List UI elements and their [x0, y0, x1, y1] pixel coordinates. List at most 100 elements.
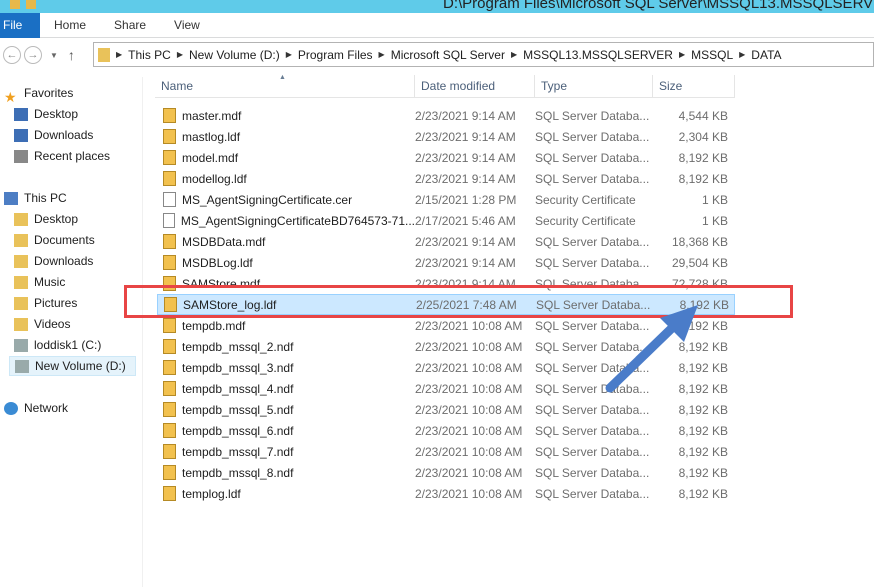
- breadcrumb-separator-icon[interactable]: ▶: [286, 50, 292, 59]
- file-row[interactable]: MSDBData.mdf 2/23/2021 9:14 AM SQL Serve…: [157, 231, 735, 252]
- forward-button[interactable]: →: [24, 46, 42, 64]
- breadcrumb-item[interactable]: MSSQL13.MSSQLSERVER: [523, 48, 673, 62]
- file-name: tempdb_mssql_3.ndf: [182, 360, 294, 375]
- file-type: SQL Server Databa...: [535, 423, 650, 438]
- file-date: 2/23/2021 9:14 AM: [415, 129, 516, 144]
- nav-label: This PC: [24, 191, 67, 205]
- folder-icon: [14, 275, 28, 289]
- file-row[interactable]: MSDBLog.ldf 2/23/2021 9:14 AM SQL Server…: [157, 252, 735, 273]
- nav-this-pc[interactable]: This PC: [4, 188, 67, 208]
- column-type[interactable]: Type: [535, 75, 653, 97]
- file-row[interactable]: model.mdf 2/23/2021 9:14 AM SQL Server D…: [157, 147, 735, 168]
- nav-pc-item[interactable]: Downloads: [14, 251, 93, 271]
- folder-icon: [14, 317, 28, 331]
- file-type: SQL Server Databa...: [535, 150, 650, 165]
- file-name: tempdb_mssql_5.ndf: [182, 402, 294, 417]
- file-type: SQL Server Databa...: [535, 171, 650, 186]
- file-date: 2/23/2021 10:08 AM: [415, 465, 523, 480]
- file-type: SQL Server Databa...: [535, 108, 650, 123]
- nav-label: Desktop: [34, 107, 79, 121]
- star-icon: ★: [4, 88, 17, 105]
- back-button[interactable]: ←: [3, 46, 21, 64]
- file-date: 2/23/2021 9:14 AM: [415, 255, 516, 270]
- breadcrumb-item[interactable]: New Volume (D:): [189, 48, 280, 62]
- breadcrumb-item[interactable]: DATA: [751, 48, 781, 62]
- file-type: SQL Server Databa...: [535, 465, 650, 480]
- file-row[interactable]: tempdb_mssql_3.ndf 2/23/2021 10:08 AM SQ…: [157, 357, 735, 378]
- file-tab[interactable]: File: [0, 12, 40, 38]
- breadcrumb-item[interactable]: Microsoft SQL Server: [391, 48, 505, 62]
- nav-favorite-item[interactable]: Recent places: [14, 146, 110, 166]
- database-file-icon: [163, 444, 176, 459]
- file-row[interactable]: tempdb_mssql_5.ndf 2/23/2021 10:08 AM SQ…: [157, 399, 735, 420]
- breadcrumb-separator-icon[interactable]: ▶: [511, 50, 517, 59]
- database-file-icon: [163, 360, 176, 375]
- file-row[interactable]: tempdb_mssql_7.ndf 2/23/2021 10:08 AM SQ…: [157, 441, 735, 462]
- nav-favorites[interactable]: ★ Favorites: [4, 83, 73, 105]
- file-size: 8,192 KB: [678, 444, 728, 459]
- file-row[interactable]: tempdb_mssql_4.ndf 2/23/2021 10:08 AM SQ…: [157, 378, 735, 399]
- new-folder-icon[interactable]: [26, 0, 36, 9]
- sort-ascending-icon: ▲: [279, 74, 286, 81]
- file-row[interactable]: MS_AgentSigningCertificateBD764573-71...…: [157, 210, 735, 231]
- breadcrumb-separator-icon[interactable]: ▶: [177, 50, 183, 59]
- column-date-modified[interactable]: Date modified: [415, 75, 535, 97]
- nav-favorite-item[interactable]: Desktop: [14, 104, 78, 124]
- nav-pc-item[interactable]: loddisk1 (C:): [14, 335, 101, 355]
- nav-pc-item[interactable]: Music: [14, 272, 65, 292]
- nav-pc-item[interactable]: Desktop: [14, 209, 78, 229]
- tab-view[interactable]: View: [174, 18, 200, 32]
- ribbon-tabs: File Home Share View: [0, 12, 874, 38]
- file-row[interactable]: master.mdf 2/23/2021 9:14 AM SQL Server …: [157, 105, 735, 126]
- breadcrumb-separator-icon[interactable]: ▶: [116, 50, 122, 59]
- file-row[interactable]: MS_AgentSigningCertificate.cer 2/15/2021…: [157, 189, 735, 210]
- file-row[interactable]: templog.ldf 2/23/2021 10:08 AM SQL Serve…: [157, 483, 735, 504]
- database-file-icon: [163, 486, 176, 501]
- file-type: SQL Server Databa...: [535, 234, 650, 249]
- breadcrumb-item[interactable]: Program Files: [298, 48, 373, 62]
- nav-network[interactable]: Network: [4, 398, 68, 418]
- quick-access-toolbar[interactable]: [10, 0, 36, 9]
- column-name[interactable]: Name ▲: [155, 74, 415, 97]
- file-size: 8,192 KB: [678, 150, 728, 165]
- file-date: 2/23/2021 9:14 AM: [415, 171, 516, 186]
- file-size: 8,192 KB: [678, 318, 728, 333]
- file-type: SQL Server Databa...: [535, 381, 650, 396]
- folder-icon: [14, 212, 28, 226]
- breadcrumb-item[interactable]: This PC: [128, 48, 171, 62]
- breadcrumb-separator-icon[interactable]: ▶: [379, 50, 385, 59]
- nav-label: Pictures: [34, 296, 78, 310]
- file-name: MSDBLog.ldf: [182, 255, 253, 270]
- properties-icon[interactable]: [10, 0, 20, 9]
- file-row[interactable]: tempdb_mssql_6.ndf 2/23/2021 10:08 AM SQ…: [157, 420, 735, 441]
- file-date: 2/23/2021 10:08 AM: [415, 339, 523, 354]
- nav-pc-item[interactable]: Documents: [14, 230, 95, 250]
- file-row[interactable]: mastlog.ldf 2/23/2021 9:14 AM SQL Server…: [157, 126, 735, 147]
- nav-pc-item[interactable]: New Volume (D:): [9, 356, 136, 376]
- file-row[interactable]: tempdb_mssql_8.ndf 2/23/2021 10:08 AM SQ…: [157, 462, 735, 483]
- file-size: 4,544 KB: [678, 108, 728, 123]
- database-file-icon: [163, 339, 176, 354]
- file-row[interactable]: modellog.ldf 2/23/2021 9:14 AM SQL Serve…: [157, 168, 735, 189]
- breadcrumb-separator-icon[interactable]: ▶: [739, 50, 745, 59]
- database-file-icon: [163, 318, 176, 333]
- breadcrumb-separator-icon[interactable]: ▶: [679, 50, 685, 59]
- file-type: SQL Server Databa...: [535, 318, 650, 333]
- file-row[interactable]: tempdb_mssql_2.ndf 2/23/2021 10:08 AM SQ…: [157, 336, 735, 357]
- nav-pc-item[interactable]: Videos: [14, 314, 70, 334]
- file-size: 1 KB: [701, 192, 728, 207]
- nav-label: Music: [34, 275, 66, 289]
- breadcrumb-item[interactable]: MSSQL: [691, 48, 733, 62]
- file-date: 2/23/2021 9:14 AM: [415, 108, 516, 123]
- nav-favorite-item[interactable]: Downloads: [14, 125, 93, 145]
- nav-pc-item[interactable]: Pictures: [14, 293, 77, 313]
- recent-locations-chevron-icon[interactable]: ▼: [50, 51, 58, 60]
- up-arrow-icon[interactable]: ↑: [68, 47, 75, 63]
- tab-share[interactable]: Share: [114, 18, 146, 32]
- column-size[interactable]: Size: [653, 75, 735, 97]
- folder-icon: [14, 128, 28, 142]
- tab-home[interactable]: Home: [54, 18, 86, 32]
- database-file-icon: [163, 465, 176, 480]
- address-bar[interactable]: ▶ This PC ▶ New Volume (D:) ▶ Program Files ▶ M…: [93, 42, 874, 67]
- file-row[interactable]: tempdb.mdf 2/23/2021 10:08 AM SQL Server…: [157, 315, 735, 336]
